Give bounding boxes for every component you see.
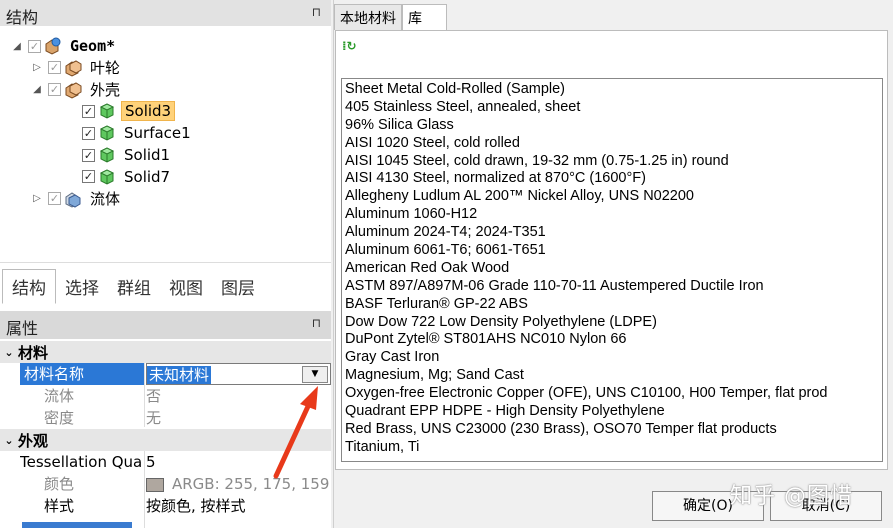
tree-item-label: Solid7 xyxy=(124,167,171,186)
tree-item-label: Surface1 xyxy=(124,124,191,143)
tree-item[interactable]: ✓ Surface1 xyxy=(64,122,194,144)
material-list-item[interactable]: Oxygen-free Electronic Copper (OFE), UNS… xyxy=(345,385,879,403)
tree-item-label: 外壳 xyxy=(90,81,121,100)
geometry-icon xyxy=(45,37,61,55)
solid-body-icon xyxy=(99,147,115,163)
visibility-checkbox[interactable]: ✓ xyxy=(82,104,95,118)
material-list-item[interactable]: Red Brass, UNS C23000 (230 Brass), OSO70… xyxy=(345,421,879,439)
style-value[interactable]: 按颜色, 按样式 xyxy=(146,495,331,517)
left-panel: 结构 ⊓ ◢ ✓ Geom* ▷ ✓ 叶轮 ◢ ✓ 外壳 ✓ Solid3 ✓ Surface1 ✓ Sol… xyxy=(0,0,331,528)
material-dropdown-button[interactable]: ▼ xyxy=(302,366,328,383)
material-list-item[interactable]: Allegheny Ludlum AL 200™ Nickel Alloy, U… xyxy=(345,188,879,206)
material-list-item[interactable]: AISI 1020 Steel, cold rolled xyxy=(345,135,879,153)
material-list[interactable]: Sheet Metal Cold-Rolled (Sample) 405 Stai… xyxy=(341,78,883,462)
material-list-item[interactable]: 96% Silica Glass xyxy=(345,117,879,135)
tessellation-label: Tessellation Qua xyxy=(20,453,143,471)
visibility-checkbox[interactable]: ✓ xyxy=(28,39,41,53)
visibility-checkbox[interactable]: ✓ xyxy=(48,192,61,206)
tree-item-label: 叶轮 xyxy=(90,59,121,78)
material-list-item[interactable]: Titanium, Ti xyxy=(345,439,879,457)
tab-layers[interactable]: 图层 xyxy=(212,270,264,303)
visibility-checkbox[interactable]: ✓ xyxy=(82,148,95,162)
collapse-chevron-icon[interactable]: ⌄ xyxy=(0,346,18,359)
tree-item[interactable]: ✓ Solid1 xyxy=(64,144,173,166)
tree-item-label: Geom* xyxy=(70,37,116,55)
material-list-item[interactable]: Magnesium, Mg; Sand Cast xyxy=(345,367,879,385)
material-library-dialog: 本地材料 库 ⁞↻ Sheet Metal Cold-Rolled (Sampl… xyxy=(333,0,893,528)
visibility-checkbox[interactable]: ✓ xyxy=(82,170,95,184)
fluid-label: 流体 xyxy=(44,387,75,405)
tree-item-label: Solid1 xyxy=(124,146,171,164)
tree-item[interactable]: ▷ ✓ 叶轮 xyxy=(30,57,123,79)
tree-item-label: Solid3 xyxy=(121,101,176,122)
taskbar-strip xyxy=(22,522,132,528)
collapse-chevron-icon[interactable]: ⌄ xyxy=(0,434,18,447)
material-name-value: 未知材料 xyxy=(147,366,212,384)
tab-selection[interactable]: 选择 xyxy=(56,270,108,303)
pin-icon[interactable]: ⊓ xyxy=(312,5,321,19)
tab-library[interactable]: 库 xyxy=(402,4,447,30)
library-content: ⁞↻ Sheet Metal Cold-Rolled (Sample) 405 S… xyxy=(335,30,888,470)
tab-views[interactable]: 视图 xyxy=(160,270,212,303)
watermark-text: 知乎 @图惜 xyxy=(730,484,853,509)
density-label: 密度 xyxy=(44,409,75,427)
material-list-item[interactable]: Aluminum 1060-H12 xyxy=(345,206,879,224)
tab-structure[interactable]: 结构 xyxy=(2,269,56,304)
expand-toggle-icon[interactable]: ◢ xyxy=(10,41,24,52)
style-row[interactable]: 样式 按颜色, 按样式 xyxy=(0,495,331,517)
tree-item[interactable]: ◢ ✓ Geom* xyxy=(10,35,118,57)
annotation-arrow-icon xyxy=(273,386,318,479)
structure-panel-header: 结构 ⊓ xyxy=(0,0,331,27)
material-list-item[interactable]: Aluminum 6061-T6; 6061-T651 xyxy=(345,242,879,260)
tab-local-materials[interactable]: 本地材料 xyxy=(334,4,402,30)
visibility-checkbox[interactable]: ✓ xyxy=(82,126,95,140)
tree-item[interactable]: ✓ Solid3 xyxy=(64,100,176,122)
material-list-item[interactable]: American Red Oak Wood xyxy=(345,260,879,278)
material-list-item[interactable]: BASF Terluran® GP-22 ABS xyxy=(345,296,879,314)
expand-toggle-icon[interactable]: ▷ xyxy=(30,193,44,204)
material-name-label: 材料名称 xyxy=(20,363,144,385)
tab-groups[interactable]: 群组 xyxy=(108,270,160,303)
component-icon xyxy=(65,60,82,77)
component-icon xyxy=(65,82,82,99)
pin-icon[interactable]: ⊓ xyxy=(312,316,321,330)
expand-toggle-icon[interactable]: ◢ xyxy=(30,84,44,95)
structure-panel-title: 结构 xyxy=(6,8,39,27)
bottom-tab-bar: 结构 选择 群组 视图 图层 xyxy=(0,262,331,310)
solid-body-icon xyxy=(99,125,115,141)
material-list-item[interactable]: DuPont Zytel® ST801AHS NC010 Nylon 66 xyxy=(345,331,879,349)
material-list-item[interactable]: AISI 4130 Steel, normalized at 870°C (16… xyxy=(345,170,879,188)
visibility-checkbox[interactable]: ✓ xyxy=(48,83,61,97)
structure-tree: ◢ ✓ Geom* ▷ ✓ 叶轮 ◢ ✓ 外壳 ✓ Solid3 ✓ Surface1 ✓ Solid1 ✓ S… xyxy=(0,26,331,262)
solid-body-icon xyxy=(99,169,115,185)
tree-item[interactable]: ▷ ✓ 流体 xyxy=(30,188,123,210)
solid-body-icon xyxy=(99,103,115,119)
tree-item[interactable]: ✓ Solid7 xyxy=(64,166,173,188)
tree-item-label: 流体 xyxy=(90,190,121,209)
material-section-label: 材料 xyxy=(18,343,49,362)
material-list-item[interactable]: Aluminum 2024-T4; 2024-T351 xyxy=(345,224,879,242)
material-list-item[interactable]: Gray Cast Iron xyxy=(345,349,879,367)
material-list-item[interactable]: AISI 1045 Steel, cold drawn, 19-32 mm (0… xyxy=(345,153,879,171)
tree-item[interactable]: ◢ ✓ 外壳 xyxy=(30,79,123,101)
material-list-item[interactable]: Dow Dow 722 Low Density Polyethylene (LD… xyxy=(345,314,879,332)
properties-panel-header: 属性 ⊓ xyxy=(0,311,331,339)
properties-panel-title: 属性 xyxy=(6,319,39,338)
appearance-section-label: 外观 xyxy=(18,431,49,450)
refresh-icon[interactable]: ⁞↻ xyxy=(342,39,362,55)
material-section[interactable]: ⌄ 材料 xyxy=(0,341,331,363)
fluid-body-icon xyxy=(65,191,81,208)
color-swatch[interactable] xyxy=(146,477,164,492)
expand-toggle-icon[interactable]: ▷ xyxy=(30,62,44,73)
material-name-field[interactable]: 未知材料 ▼ xyxy=(146,363,331,385)
material-list-item[interactable]: Sheet Metal Cold-Rolled (Sample) xyxy=(345,81,879,99)
material-name-row[interactable]: 材料名称 未知材料 ▼ xyxy=(0,363,331,385)
style-label: 样式 xyxy=(44,497,75,515)
material-list-item[interactable]: Quadrant EPP HDPE - High Density Polyeth… xyxy=(345,403,879,421)
color-label: 颜色 xyxy=(44,475,75,493)
visibility-checkbox[interactable]: ✓ xyxy=(48,61,61,75)
library-tab-bar: 本地材料 库 xyxy=(334,4,447,30)
material-list-item[interactable]: ASTM 897/A897M-06 Grade 110-70-11 Austem… xyxy=(345,278,879,296)
material-list-item[interactable]: 405 Stainless Steel, annealed, sheet xyxy=(345,99,879,117)
